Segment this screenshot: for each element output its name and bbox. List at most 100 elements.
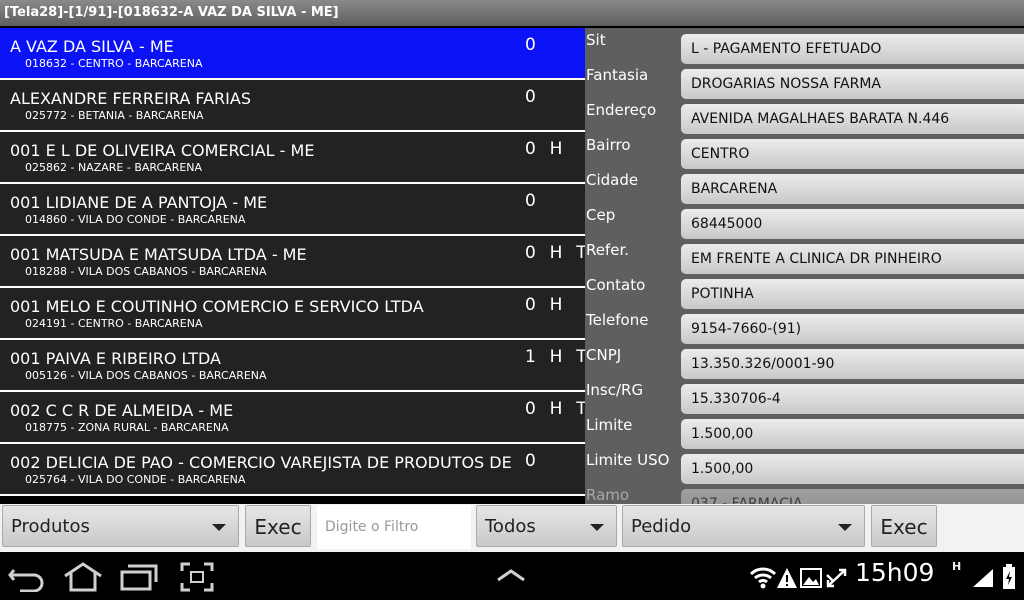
client-flags: 0 [525,191,537,211]
client-name: 001 MATSUDA E MATSUDA LTDA - ME [10,245,307,264]
client-subline: 018632 - CENTRO - BARCARENA [25,57,203,70]
exec-button-right[interactable]: Exec [871,505,937,547]
detail-value: BARCARENA [681,174,1024,204]
dropdown-arrow-icon [212,524,226,531]
detail-value: 1.500,00 [681,454,1024,484]
detail-label: Refer. [586,241,630,259]
detail-cep: Cep 68445000 [585,203,1024,239]
todos-select[interactable]: Todos [476,505,617,547]
client-list[interactable]: A VAZ DA SILVA - ME 018632 - CENTRO - BA… [0,28,585,496]
client-subline: 014860 - VILA DO CONDE - BARCARENA [25,213,246,226]
detail-label: Cidade [586,171,639,189]
exec-button-left[interactable]: Exec [245,505,311,547]
sync-icon [826,568,847,588]
detail-label: Ramo [586,486,630,504]
pedido-select[interactable]: Pedido [622,505,865,547]
client-row[interactable]: 002 C C R DE ALMEIDA - ME 018775 - ZONA … [0,392,585,442]
wifi-icon [750,567,776,589]
client-row[interactable]: 001 LIDIANE DE A PANTOJA - ME 014860 - V… [0,184,585,234]
detail-label: Fantasia [586,66,649,84]
detail-label: Contato [586,276,646,294]
detail-value: EM FRENTE A CLINICA DR PINHEIRO [681,244,1024,274]
detail-value: L - PAGAMENTO EFETUADO [681,34,1024,64]
client-flags: 0 H T [525,399,585,419]
home-icon[interactable] [62,562,104,592]
window-title: [Tela28]-[1/91]-[018632-A VAZ DA SILVA -… [0,0,1024,26]
detail-value: 13.350.326/0001-90 [681,349,1024,379]
client-name: ALEXANDRE FERREIRA FARIAS [10,89,251,108]
client-flags: 0 [525,451,537,471]
detail-label: Endereço [586,101,657,119]
client-row[interactable]: 001 MATSUDA E MATSUDA LTDA - ME 018288 -… [0,236,585,286]
filter-input[interactable] [317,505,471,549]
detail-cnpj: CNPJ 13.350.326/0001-90 [585,343,1024,379]
client-name: 001 E L DE OLIVEIRA COMERCIAL - ME [10,141,315,160]
bottom-toolbar: Produtos Exec Todos Pedido Exec [0,504,1024,552]
client-flags: 1 H T [525,347,585,367]
signal-icon [973,569,993,587]
client-subline: 018775 - ZONA RURAL - BARCARENA [25,421,229,434]
client-row[interactable]: 001 MELO E COUTINHO COMERCIO E SERVICO L… [0,288,585,338]
client-name: 001 LIDIANE DE A PANTOJA - ME [10,193,268,212]
image-icon [800,568,822,588]
client-flags: 0 [525,87,537,107]
detail-telefone: Telefone 9154-7660-(91) [585,308,1024,344]
client-subline: 025764 - VILA DO CONDE - BARCARENA [25,473,246,486]
client-flags: 0 [525,35,537,55]
client-name: 001 PAIVA E RIBEIRO LTDA [10,349,221,368]
warning-icon [777,568,797,588]
produtos-select-label: Produtos [11,516,90,537]
detail-label: Insc/RG [586,381,644,399]
detail-insc-rg: Insc/RG 15.330706-4 [585,378,1024,414]
client-name: 002 DELICIA DE PAO - COMERCIO VAREJISTA … [10,453,512,472]
client-name: A VAZ DA SILVA - ME [10,37,174,56]
detail-label: Telefone [586,311,649,329]
produtos-select[interactable]: Produtos [2,505,239,547]
detail-value: DROGARIAS NOSSA FARMA [681,69,1024,99]
system-navigation-bar: 15h09 H [0,552,1024,600]
detail-value: 1.500,00 [681,419,1024,449]
screenshot-icon[interactable] [180,562,214,592]
battery-icon [1003,564,1015,589]
client-row[interactable]: 001 E L DE OLIVEIRA COMERCIAL - ME 02586… [0,132,585,182]
detail-value: CENTRO [681,139,1024,169]
client-flags: 0 H [525,295,564,315]
chevron-up-icon[interactable] [496,568,526,582]
client-row-selected[interactable]: A VAZ DA SILVA - ME 018632 - CENTRO - BA… [0,28,585,78]
client-row[interactable]: 002 DELICIA DE PAO - COMERCIO VAREJISTA … [0,444,585,494]
detail-ramo: Ramo 037 - FARMACIA [585,483,1024,504]
dropdown-arrow-icon [838,524,852,531]
client-subline: 025862 - NAZARE - BARCARENA [25,161,203,174]
detail-bairro: Bairro CENTRO [585,133,1024,169]
detail-label: Limite USO [586,451,670,469]
detail-limite: Limite 1.500,00 [585,413,1024,449]
pedido-select-label: Pedido [631,516,692,537]
client-name: 001 MELO E COUTINHO COMERCIO E SERVICO L… [10,297,424,316]
client-row[interactable]: 001 PAIVA E RIBEIRO LTDA 005126 - VILA D… [0,340,585,390]
detail-value: 037 - FARMACIA [681,489,1024,504]
client-flags: 0 H T [525,243,585,263]
detail-sit: Sit L - PAGAMENTO EFETUADO [585,28,1024,64]
detail-endereco: Endereço AVENIDA MAGALHAES BARATA N.446 [585,98,1024,134]
detail-label: CNPJ [586,346,622,364]
detail-label: Limite [586,416,633,434]
recent-apps-icon[interactable] [120,562,158,592]
detail-label: Bairro [586,136,631,154]
detail-referencia: Refer. EM FRENTE A CLINICA DR PINHEIRO [585,238,1024,274]
client-name: 002 C C R DE ALMEIDA - ME [10,401,234,420]
detail-contato: Contato POTINHA [585,273,1024,309]
detail-value: POTINHA [681,279,1024,309]
status-clock: 15h09 [855,558,935,587]
detail-fantasia: Fantasia DROGARIAS NOSSA FARMA [585,63,1024,99]
todos-select-label: Todos [485,516,536,537]
network-type-indicator: H [952,560,962,573]
detail-label: Sit [586,31,606,49]
client-subline: 018288 - VILA DOS CABANOS - BARCARENA [25,265,267,278]
dropdown-arrow-icon [590,524,604,531]
client-row[interactable]: ALEXANDRE FERREIRA FARIAS 025772 - BETAN… [0,80,585,130]
back-icon[interactable] [8,562,46,592]
detail-limite-uso: Limite USO 1.500,00 [585,448,1024,484]
client-details-panel: Sit L - PAGAMENTO EFETUADO Fantasia DROG… [585,28,1024,504]
client-subline: 005126 - VILA DOS CABANOS - BARCARENA [25,369,267,382]
detail-label: Cep [586,206,616,224]
